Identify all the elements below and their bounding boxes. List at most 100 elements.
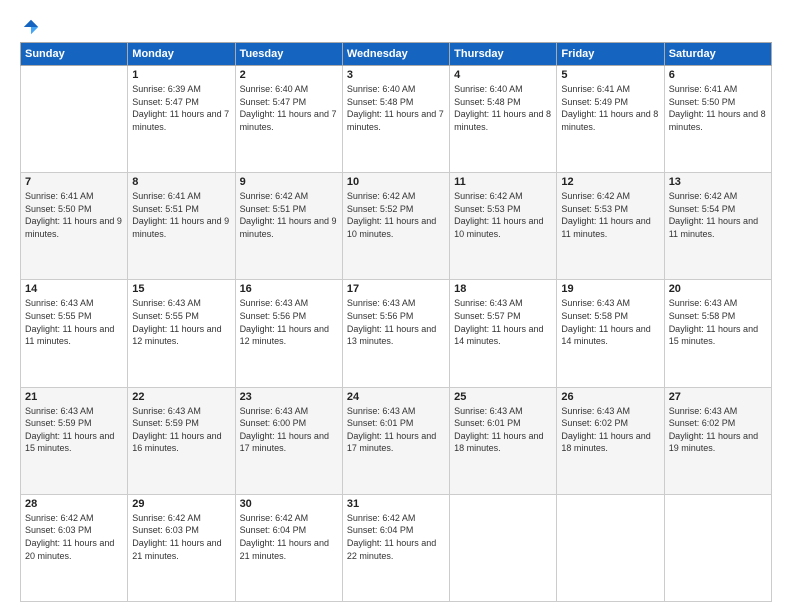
- day-info: Sunrise: 6:43 AM Sunset: 5:55 PM Dayligh…: [25, 297, 123, 347]
- col-header-saturday: Saturday: [664, 43, 771, 66]
- day-number: 11: [454, 176, 552, 188]
- day-number: 18: [454, 283, 552, 295]
- day-info: Sunrise: 6:40 AM Sunset: 5:47 PM Dayligh…: [240, 83, 338, 133]
- calendar-cell: 29Sunrise: 6:42 AM Sunset: 6:03 PM Dayli…: [128, 494, 235, 601]
- calendar-cell: 17 Sunrise: 6:43 AM Sunset: 5:56 PM Dayli…: [342, 280, 449, 387]
- day-info: Sunrise: 6:42 AM Sunset: 6:03 PM Dayligh…: [132, 512, 230, 562]
- day-number: 23: [240, 391, 338, 403]
- day-info: Sunrise: 6:42 AM Sunset: 6:04 PM Dayligh…: [240, 512, 338, 562]
- day-info: Sunrise: 6:43 AM Sunset: 5:55 PM Dayligh…: [132, 297, 230, 347]
- day-info: Sunrise: 6:41 AM Sunset: 5:51 PM Dayligh…: [132, 190, 230, 240]
- week-row-0: 1 Sunrise: 6:39 AM Sunset: 5:47 PM Daylig…: [21, 66, 772, 173]
- calendar-cell: 8 Sunrise: 6:41 AM Sunset: 5:51 PM Daylig…: [128, 173, 235, 280]
- week-row-1: 7 Sunrise: 6:41 AM Sunset: 5:50 PM Daylig…: [21, 173, 772, 280]
- day-number: 26: [561, 391, 659, 403]
- col-header-monday: Monday: [128, 43, 235, 66]
- day-info: Sunrise: 6:43 AM Sunset: 5:57 PM Dayligh…: [454, 297, 552, 347]
- page: SundayMondayTuesdayWednesdayThursdayFrid…: [0, 0, 792, 612]
- day-number: 12: [561, 176, 659, 188]
- day-info: Sunrise: 6:43 AM Sunset: 5:59 PM Dayligh…: [25, 405, 123, 455]
- day-number: 21: [25, 391, 123, 403]
- day-info: Sunrise: 6:43 AM Sunset: 5:56 PM Dayligh…: [347, 297, 445, 347]
- calendar-cell: 16Sunrise: 6:43 AM Sunset: 5:56 PM Dayli…: [235, 280, 342, 387]
- day-info: Sunrise: 6:40 AM Sunset: 5:48 PM Dayligh…: [347, 83, 445, 133]
- calendar-cell: 27 Sunrise: 6:43 AM Sunset: 6:02 PM Dayli…: [664, 387, 771, 494]
- day-info: Sunrise: 6:43 AM Sunset: 5:58 PM Dayligh…: [669, 297, 767, 347]
- calendar-cell: 10 Sunrise: 6:42 AM Sunset: 5:52 PM Dayli…: [342, 173, 449, 280]
- day-number: 15: [132, 283, 230, 295]
- calendar-cell: 28 Sunrise: 6:42 AM Sunset: 6:03 PM Dayli…: [21, 494, 128, 601]
- day-number: 8: [132, 176, 230, 188]
- day-info: Sunrise: 6:43 AM Sunset: 6:00 PM Dayligh…: [240, 405, 338, 455]
- calendar-header-row: SundayMondayTuesdayWednesdayThursdayFrid…: [21, 43, 772, 66]
- day-info: Sunrise: 6:42 AM Sunset: 5:51 PM Dayligh…: [240, 190, 338, 240]
- day-number: 1: [132, 69, 230, 81]
- calendar-cell: 18 Sunrise: 6:43 AM Sunset: 5:57 PM Dayli…: [450, 280, 557, 387]
- day-info: Sunrise: 6:42 AM Sunset: 5:53 PM Dayligh…: [561, 190, 659, 240]
- day-info: Sunrise: 6:43 AM Sunset: 6:01 PM Dayligh…: [454, 405, 552, 455]
- day-info: Sunrise: 6:41 AM Sunset: 5:49 PM Dayligh…: [561, 83, 659, 133]
- calendar-cell: 3 Sunrise: 6:40 AM Sunset: 5:48 PM Daylig…: [342, 66, 449, 173]
- day-info: Sunrise: 6:43 AM Sunset: 6:02 PM Dayligh…: [561, 405, 659, 455]
- col-header-wednesday: Wednesday: [342, 43, 449, 66]
- day-info: Sunrise: 6:42 AM Sunset: 6:04 PM Dayligh…: [347, 512, 445, 562]
- day-info: Sunrise: 6:41 AM Sunset: 5:50 PM Dayligh…: [25, 190, 123, 240]
- calendar-cell: 14Sunrise: 6:43 AM Sunset: 5:55 PM Dayli…: [21, 280, 128, 387]
- day-number: 20: [669, 283, 767, 295]
- calendar-cell: 7 Sunrise: 6:41 AM Sunset: 5:50 PM Daylig…: [21, 173, 128, 280]
- day-info: Sunrise: 6:43 AM Sunset: 5:59 PM Dayligh…: [132, 405, 230, 455]
- day-number: 31: [347, 498, 445, 510]
- day-number: 25: [454, 391, 552, 403]
- day-info: Sunrise: 6:42 AM Sunset: 6:03 PM Dayligh…: [25, 512, 123, 562]
- calendar-cell: 19 Sunrise: 6:43 AM Sunset: 5:58 PM Dayli…: [557, 280, 664, 387]
- day-number: 16: [240, 283, 338, 295]
- day-number: 27: [669, 391, 767, 403]
- calendar-cell: 11Sunrise: 6:42 AM Sunset: 5:53 PM Dayli…: [450, 173, 557, 280]
- day-number: 19: [561, 283, 659, 295]
- day-number: 30: [240, 498, 338, 510]
- day-info: Sunrise: 6:43 AM Sunset: 5:58 PM Dayligh…: [561, 297, 659, 347]
- calendar-cell: 1 Sunrise: 6:39 AM Sunset: 5:47 PM Daylig…: [128, 66, 235, 173]
- calendar-cell: [21, 66, 128, 173]
- calendar-cell: [557, 494, 664, 601]
- day-number: 7: [25, 176, 123, 188]
- col-header-friday: Friday: [557, 43, 664, 66]
- day-info: Sunrise: 6:42 AM Sunset: 5:52 PM Dayligh…: [347, 190, 445, 240]
- col-header-thursday: Thursday: [450, 43, 557, 66]
- col-header-tuesday: Tuesday: [235, 43, 342, 66]
- day-info: Sunrise: 6:43 AM Sunset: 6:02 PM Dayligh…: [669, 405, 767, 455]
- calendar-cell: [450, 494, 557, 601]
- day-number: 2: [240, 69, 338, 81]
- week-row-2: 14Sunrise: 6:43 AM Sunset: 5:55 PM Dayli…: [21, 280, 772, 387]
- calendar-cell: 5 Sunrise: 6:41 AM Sunset: 5:49 PM Daylig…: [557, 66, 664, 173]
- calendar-cell: 22 Sunrise: 6:43 AM Sunset: 5:59 PM Dayli…: [128, 387, 235, 494]
- day-number: 28: [25, 498, 123, 510]
- calendar-cell: 12 Sunrise: 6:42 AM Sunset: 5:53 PM Dayli…: [557, 173, 664, 280]
- day-number: 3: [347, 69, 445, 81]
- col-header-sunday: Sunday: [21, 43, 128, 66]
- calendar-cell: 20 Sunrise: 6:43 AM Sunset: 5:58 PM Dayli…: [664, 280, 771, 387]
- day-number: 13: [669, 176, 767, 188]
- calendar-cell: [664, 494, 771, 601]
- day-number: 17: [347, 283, 445, 295]
- logo-text: [20, 18, 40, 36]
- day-info: Sunrise: 6:42 AM Sunset: 5:54 PM Dayligh…: [669, 190, 767, 240]
- calendar-cell: 25 Sunrise: 6:43 AM Sunset: 6:01 PM Dayli…: [450, 387, 557, 494]
- day-number: 9: [240, 176, 338, 188]
- day-number: 22: [132, 391, 230, 403]
- calendar-cell: 15 Sunrise: 6:43 AM Sunset: 5:55 PM Dayli…: [128, 280, 235, 387]
- day-number: 6: [669, 69, 767, 81]
- logo: [20, 18, 40, 34]
- calendar-cell: 21 Sunrise: 6:43 AM Sunset: 5:59 PM Dayli…: [21, 387, 128, 494]
- day-info: Sunrise: 6:41 AM Sunset: 5:50 PM Dayligh…: [669, 83, 767, 133]
- calendar-cell: 2 Sunrise: 6:40 AM Sunset: 5:47 PM Daylig…: [235, 66, 342, 173]
- calendar-cell: 31 Sunrise: 6:42 AM Sunset: 6:04 PM Dayli…: [342, 494, 449, 601]
- day-info: Sunrise: 6:39 AM Sunset: 5:47 PM Dayligh…: [132, 83, 230, 133]
- header: [20, 18, 772, 34]
- day-number: 4: [454, 69, 552, 81]
- day-number: 5: [561, 69, 659, 81]
- calendar-cell: 30 Sunrise: 6:42 AM Sunset: 6:04 PM Dayli…: [235, 494, 342, 601]
- day-number: 10: [347, 176, 445, 188]
- day-info: Sunrise: 6:40 AM Sunset: 5:48 PM Dayligh…: [454, 83, 552, 133]
- calendar-cell: 6 Sunrise: 6:41 AM Sunset: 5:50 PM Daylig…: [664, 66, 771, 173]
